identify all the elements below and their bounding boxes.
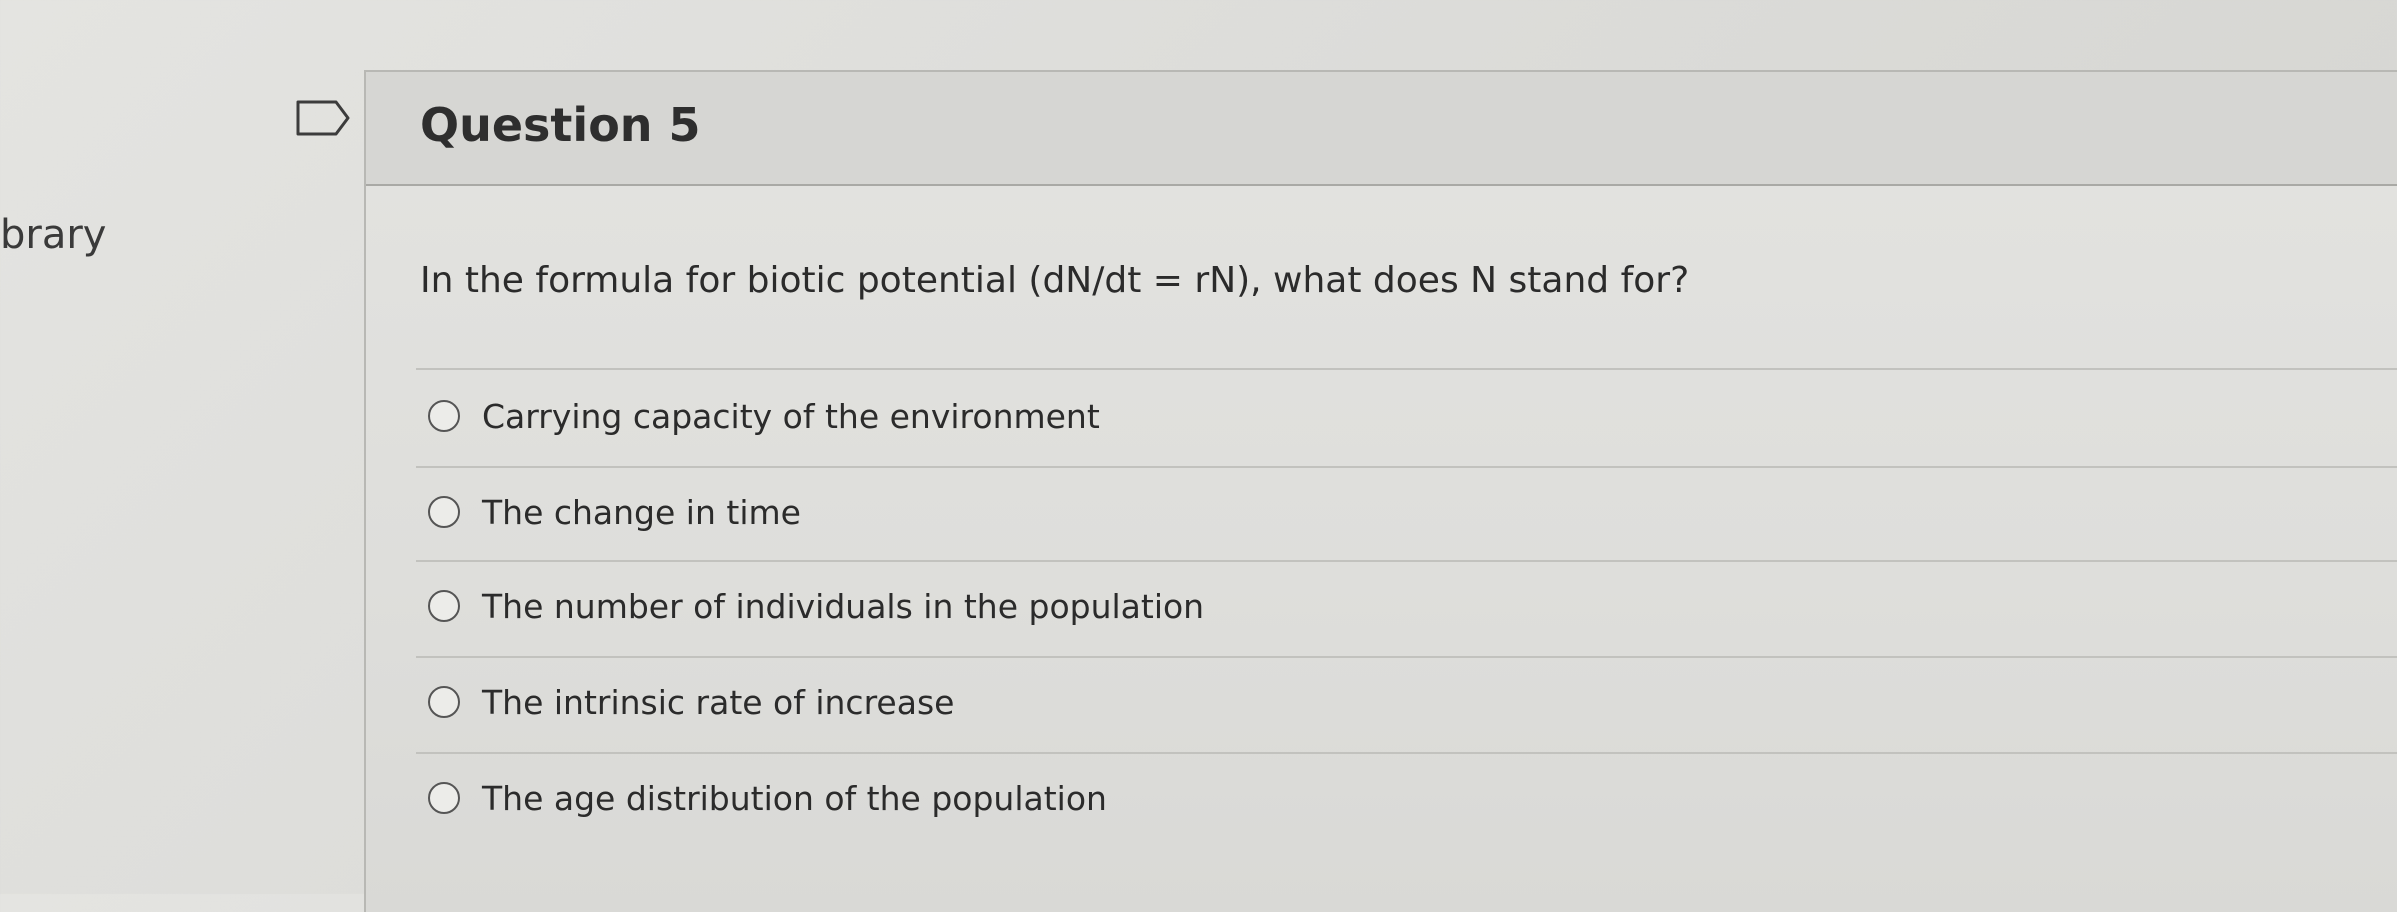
- radio-icon[interactable]: [428, 400, 460, 432]
- sidebar-library-label[interactable]: brary: [0, 212, 106, 258]
- answer-option-label: Carrying capacity of the environment: [482, 396, 1100, 436]
- flag-icon[interactable]: [296, 98, 352, 138]
- radio-icon[interactable]: [428, 496, 460, 528]
- answer-option[interactable]: The change in time: [428, 486, 801, 538]
- answer-option[interactable]: The number of individuals in the populat…: [428, 580, 1204, 632]
- answer-option[interactable]: The intrinsic rate of increase: [428, 676, 954, 728]
- answer-option[interactable]: Carrying capacity of the environment: [428, 390, 1100, 442]
- divider: [416, 656, 2397, 658]
- answer-option[interactable]: The age distribution of the population: [428, 772, 1107, 824]
- question-panel: Question 5 In the formula for biotic pot…: [364, 70, 2397, 912]
- divider: [416, 368, 2397, 370]
- radio-icon[interactable]: [428, 782, 460, 814]
- question-text: In the formula for biotic potential (dN/…: [420, 260, 1690, 301]
- divider: [416, 752, 2397, 754]
- answer-option-label: The intrinsic rate of increase: [482, 682, 955, 722]
- radio-icon[interactable]: [428, 590, 460, 622]
- divider: [416, 466, 2397, 468]
- answer-option-label: The age distribution of the population: [482, 778, 1107, 818]
- question-title: Question 5: [420, 98, 701, 152]
- radio-icon[interactable]: [428, 686, 460, 718]
- answer-option-label: The change in time: [482, 492, 801, 532]
- question-header: Question 5: [366, 72, 2397, 186]
- answer-option-label: The number of individuals in the populat…: [482, 586, 1205, 626]
- divider: [416, 560, 2397, 562]
